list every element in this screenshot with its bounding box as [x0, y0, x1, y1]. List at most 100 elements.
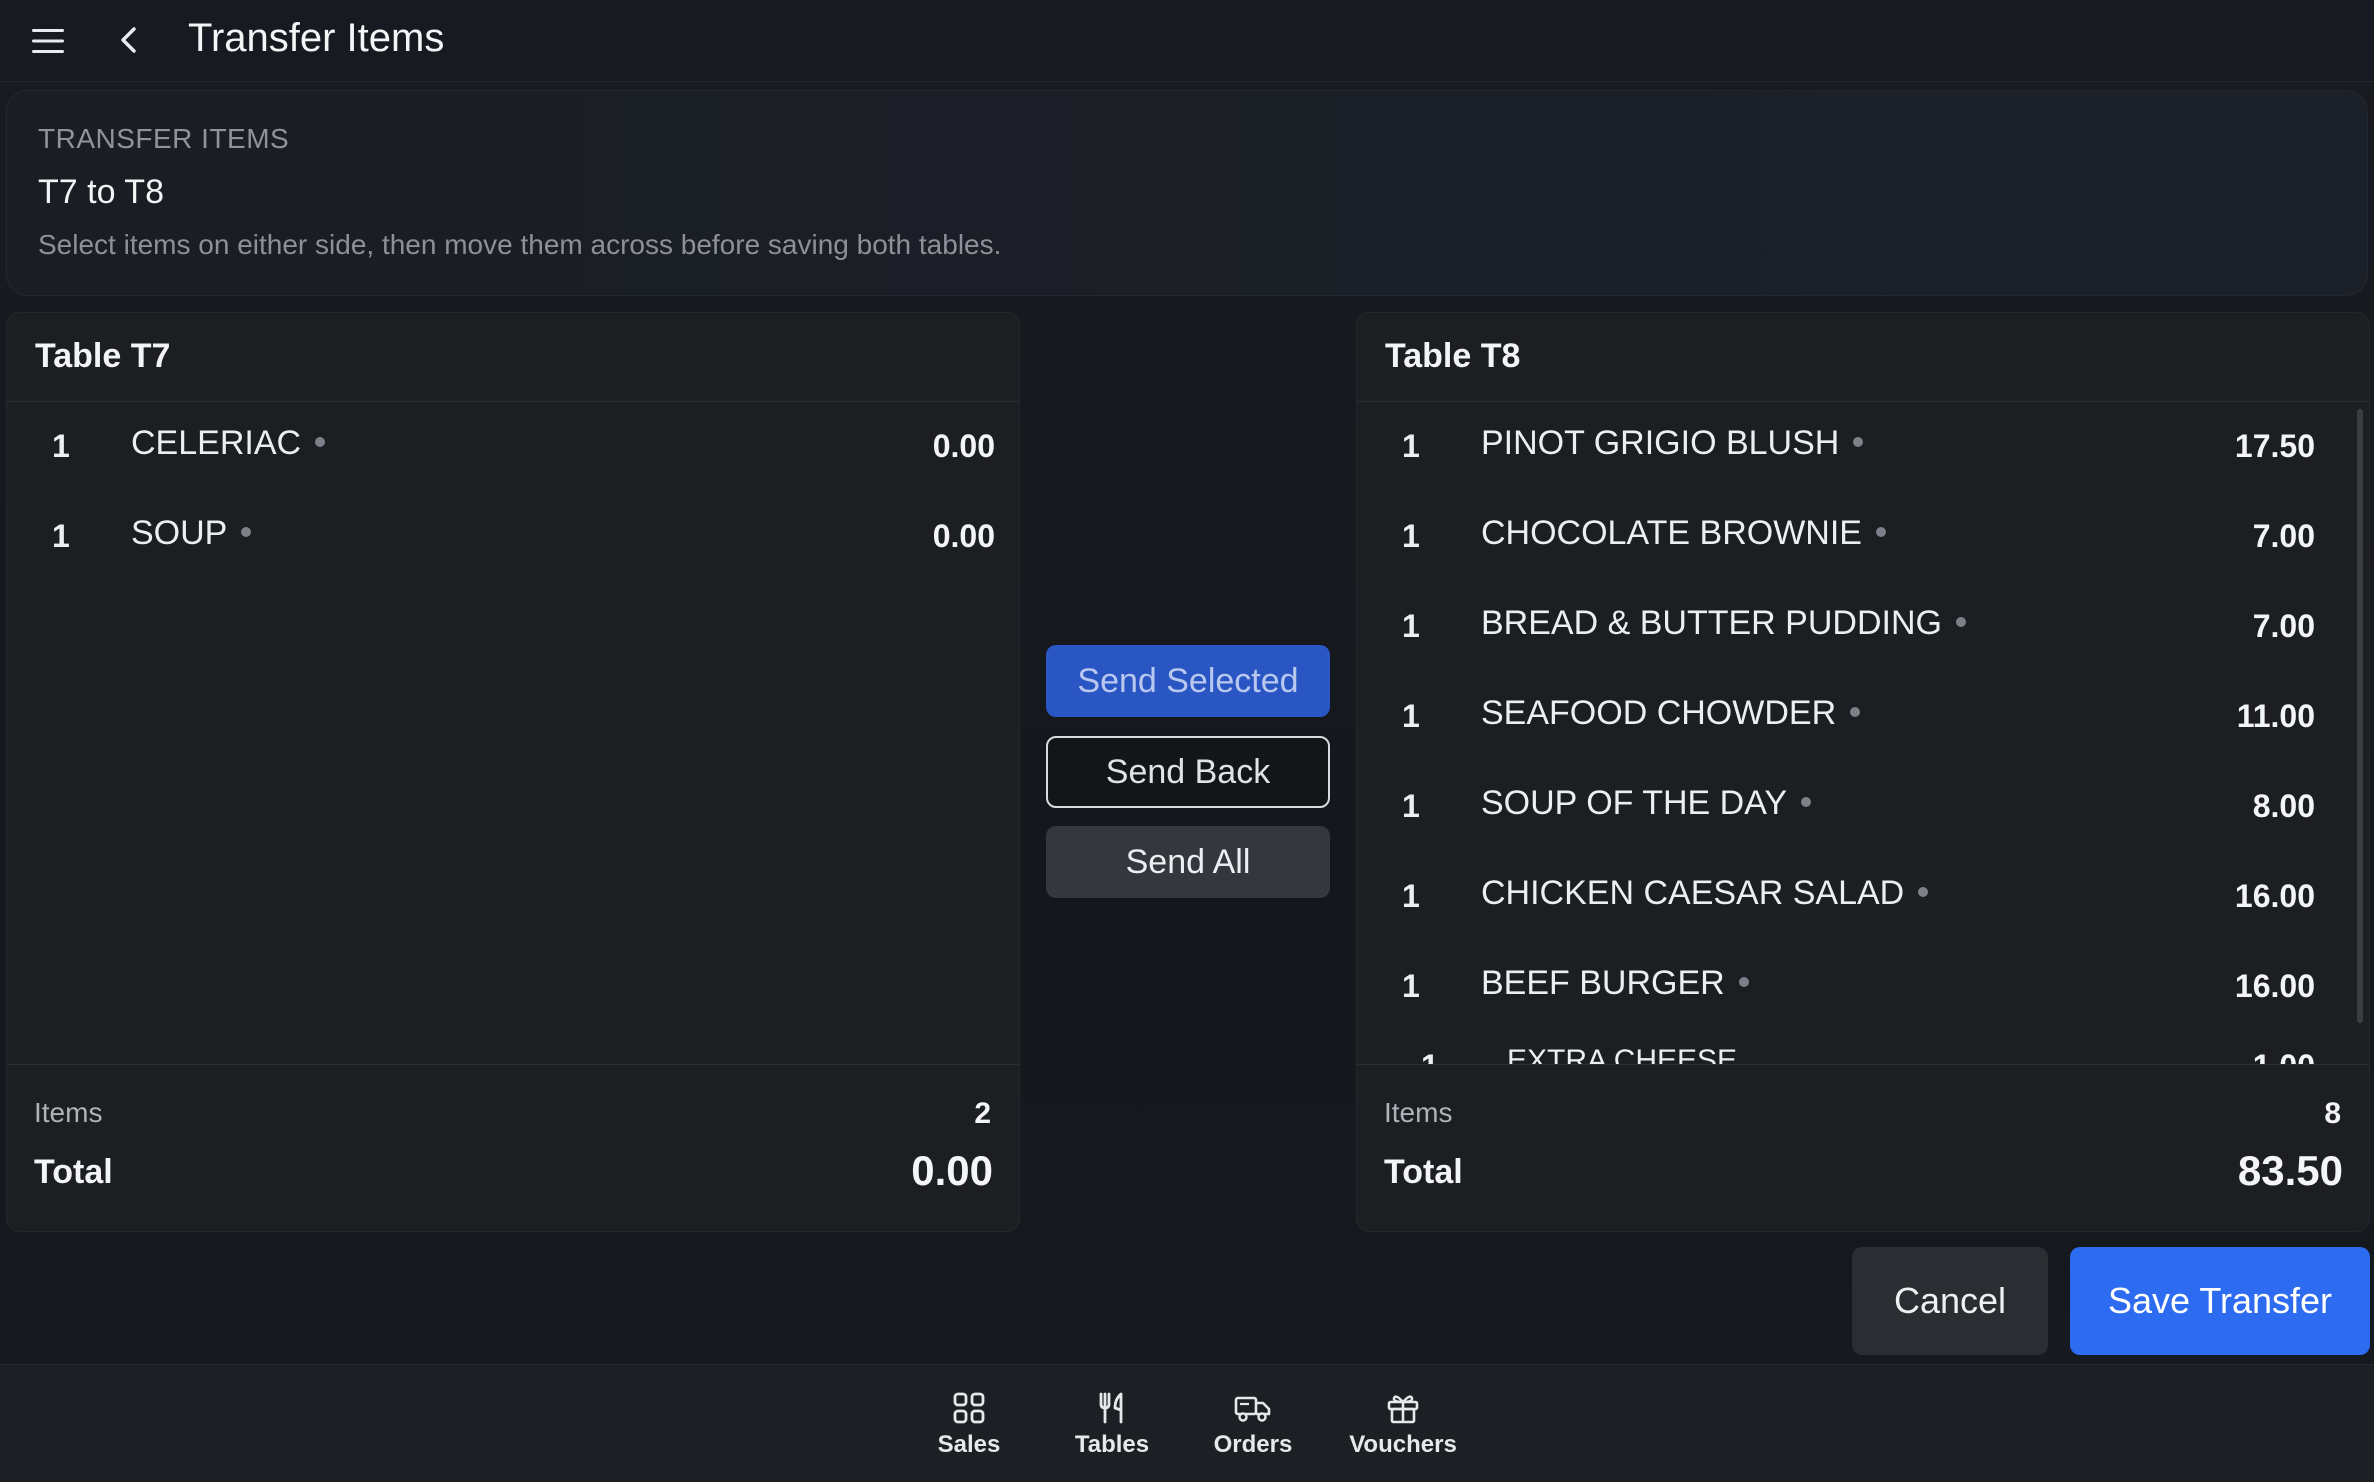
total-label: Total: [34, 1153, 113, 1191]
items-count: 2: [974, 1097, 991, 1130]
item-price: 17.50: [2234, 428, 2315, 464]
status-dot-icon: [1853, 437, 1864, 448]
item-name: SOUP: [131, 514, 228, 552]
item-price: 16.00: [2234, 878, 2315, 914]
item-name-wrap: PINOT GRIGIO BLUSH: [1481, 424, 1864, 463]
items-label: Items: [34, 1097, 103, 1128]
item-name: SOUP OF THE DAY: [1481, 784, 1788, 822]
cancel-button[interactable]: Cancel: [1852, 1247, 2048, 1355]
nav-item-tables[interactable]: Tables: [1047, 1391, 1177, 1471]
item-price: 8.00: [2252, 788, 2315, 824]
item-name: SEAFOOD CHOWDER: [1481, 694, 1837, 732]
source-table-title: Table T7: [35, 337, 171, 375]
grid-icon: [953, 1392, 985, 1424]
gift-icon: [1387, 1395, 1419, 1424]
item-qty: 1: [1421, 1048, 1439, 1064]
list-item[interactable]: 1 PINOT GRIGIO BLUSH 17.50: [1357, 402, 2369, 492]
save-transfer-button[interactable]: Save Transfer: [2070, 1247, 2370, 1355]
list-item[interactable]: 1 CELERIAC 0.00: [7, 402, 1019, 492]
item-qty: 1: [52, 518, 70, 554]
item-qty: 1: [1402, 788, 1420, 824]
item-price: 0.00: [932, 428, 995, 464]
item-price: 11.00: [2236, 698, 2315, 734]
item-name: CHOCOLATE BROWNIE: [1481, 514, 1862, 552]
item-name-wrap: SOUP OF THE DAY: [1481, 784, 1812, 823]
item-name-wrap: CHICKEN CAESAR SALAD: [1481, 874, 1929, 913]
hamburger-menu-icon[interactable]: [30, 26, 66, 56]
total-value: 83.50: [2237, 1147, 2343, 1194]
destination-item-list[interactable]: 1 PINOT GRIGIO BLUSH 17.50 1 CHOCOLATE B…: [1357, 402, 2369, 1064]
item-price: 16.00: [2234, 968, 2315, 1004]
transfer-header-card: TRANSFER ITEMS T7 to T8 Select items on …: [6, 90, 2368, 296]
item-name-wrap: CHOCOLATE BROWNIE: [1481, 514, 1886, 553]
transfer-hint: Select items on either side, then move t…: [38, 229, 1002, 260]
destination-table-panel: Table T8 1 PINOT GRIGIO BLUSH 17.50 1 CH…: [1356, 312, 2370, 1232]
status-dot-icon: [315, 437, 326, 448]
divider: [7, 1064, 1019, 1065]
list-scrollbar[interactable]: [2357, 409, 2363, 1023]
nav-item-vouchers[interactable]: Vouchers: [1338, 1391, 1468, 1471]
nav-label: Tables: [1074, 1431, 1150, 1458]
item-name-wrap: BREAD & BUTTER PUDDING: [1481, 604, 1966, 643]
item-qty: 1: [1402, 428, 1420, 464]
item-price: 1.00: [2253, 1048, 2315, 1064]
page-title: Transfer Items: [188, 16, 445, 60]
item-price: 0.00: [932, 518, 995, 554]
divider: [1357, 1064, 2369, 1065]
list-item[interactable]: 1 SOUP OF THE DAY 8.00: [1357, 762, 2369, 852]
transfer-route: T7 to T8: [38, 173, 164, 211]
item-name: BREAD & BUTTER PUDDING: [1481, 604, 1942, 642]
status-dot-icon: [1875, 527, 1886, 538]
list-item[interactable]: 1 BREAD & BUTTER PUDDING 7.00: [1357, 582, 2369, 672]
item-qty: 1: [1402, 518, 1420, 554]
item-name-wrap: SOUP: [131, 514, 252, 553]
item-qty: 1: [1402, 608, 1420, 644]
nav-label: Sales: [937, 1431, 1001, 1458]
bottom-nav: Sales Tables Orders Vouchers: [0, 1364, 2374, 1482]
items-label: Items: [1384, 1097, 1453, 1128]
list-item[interactable]: 1 SEAFOOD CHOWDER 11.00: [1357, 672, 2369, 762]
send-all-button[interactable]: Send All: [1046, 826, 1330, 898]
status-dot-icon: [241, 527, 252, 538]
nav-label: Vouchers: [1349, 1431, 1457, 1458]
send-selected-button[interactable]: Send Selected: [1046, 645, 1330, 717]
section-eyebrow: TRANSFER ITEMS: [38, 123, 290, 154]
item-qty: 1: [1402, 878, 1420, 914]
items-count: 8: [2324, 1097, 2341, 1130]
status-dot-icon: [1801, 797, 1812, 808]
source-item-list[interactable]: 1 CELERIAC 0.00 1 SOUP 0.00: [7, 402, 1019, 1064]
item-name-wrap: CELERIAC: [131, 424, 326, 463]
item-name-wrap: SEAFOOD CHOWDER: [1481, 694, 1861, 733]
status-dot-icon: [1738, 977, 1749, 988]
app-root: Transfer Items TRANSFER ITEMS T7 to T8 S…: [0, 0, 2374, 1482]
destination-table-title: Table T8: [1385, 337, 1521, 375]
send-back-button[interactable]: Send Back: [1046, 736, 1330, 808]
source-table-panel: Table T7 1 CELERIAC 0.00 1 SOUP 0.00 Ite…: [6, 312, 1020, 1232]
total-label: Total: [1384, 1153, 1463, 1191]
top-bar: Transfer Items: [0, 0, 2374, 82]
item-name: PINOT GRIGIO BLUSH: [1481, 424, 1840, 462]
status-dot-icon: [1955, 617, 1966, 628]
list-item[interactable]: 1 SOUP 0.00: [7, 492, 1019, 582]
item-price: 7.00: [2252, 608, 2315, 644]
nav-label: Orders: [1213, 1431, 1293, 1458]
status-dot-icon: [1918, 887, 1929, 898]
list-item[interactable]: 1 CHICKEN CAESAR SALAD 16.00: [1357, 852, 2369, 942]
nav-item-sales[interactable]: Sales: [904, 1391, 1034, 1471]
item-qty: 1: [52, 428, 70, 464]
delivery-truck-icon: [1234, 1396, 1271, 1422]
item-name: CHICKEN CAESAR SALAD: [1481, 874, 1905, 912]
chevron-left-icon[interactable]: [112, 20, 148, 60]
total-value: 0.00: [911, 1147, 993, 1194]
item-name-wrap: BEEF BURGER: [1481, 964, 1749, 1003]
item-qty: 1: [1402, 968, 1420, 1004]
list-item[interactable]: 1 BEEF BURGER 16.00: [1357, 942, 2369, 1032]
nav-item-orders[interactable]: Orders: [1188, 1391, 1318, 1471]
list-sub-item[interactable]: 1 EXTRA CHEESE 1.00: [1357, 1022, 2369, 1064]
item-name: BEEF BURGER: [1481, 964, 1725, 1002]
list-item[interactable]: 1 CHOCOLATE BROWNIE 7.00: [1357, 492, 2369, 582]
item-name: EXTRA CHEESE: [1507, 1044, 1738, 1064]
cutlery-icon: [1099, 1392, 1123, 1424]
item-qty: 1: [1402, 698, 1420, 734]
status-dot-icon: [1850, 707, 1861, 718]
